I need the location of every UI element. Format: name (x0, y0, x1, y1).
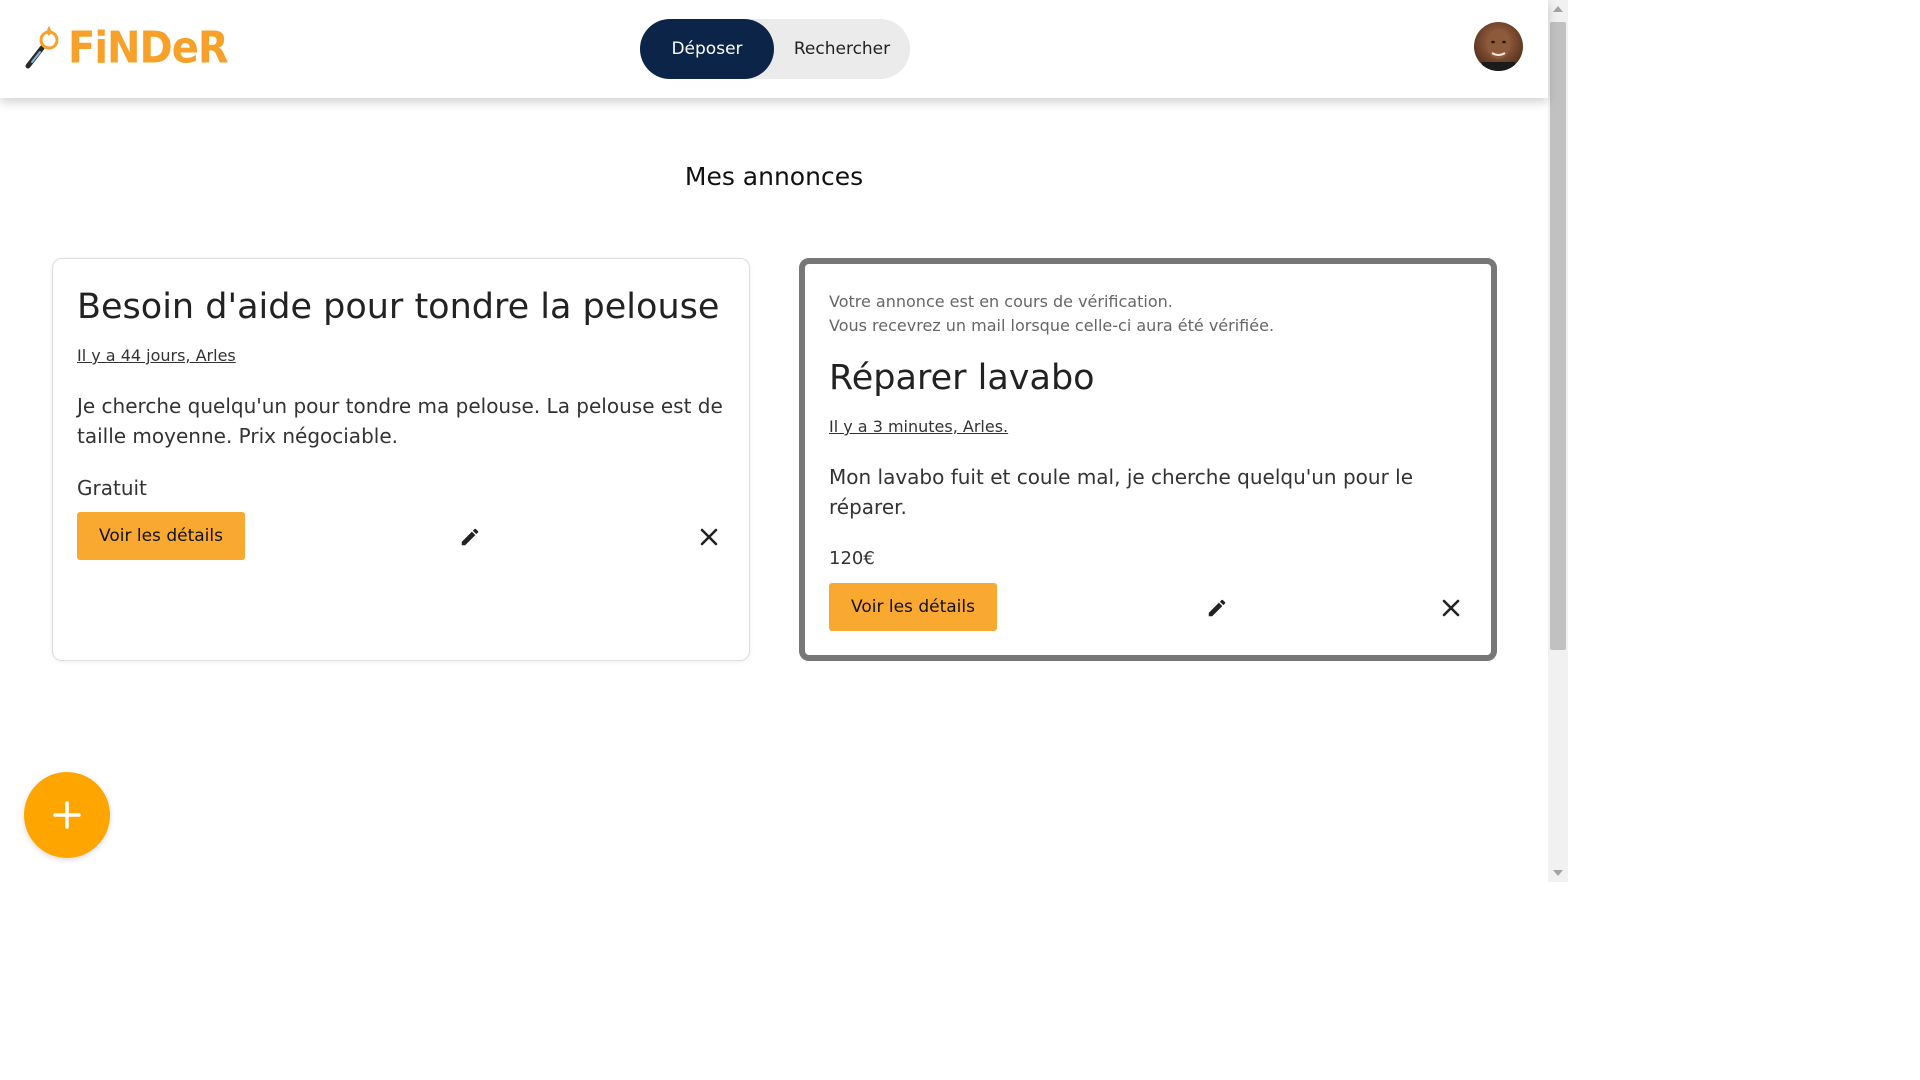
pending-listing-card: Votre annonce est en cours de vérificati… (799, 258, 1497, 661)
rechercher-tab[interactable]: Rechercher (774, 19, 910, 79)
notice-line-2: Vous recevrez un mail lorsque celle-ci a… (829, 316, 1275, 335)
magnifier-logo-icon (24, 22, 64, 74)
page-title: Mes annonces (684, 162, 864, 191)
listing-price: Gratuit (77, 476, 147, 500)
close-icon[interactable] (696, 524, 722, 550)
top-header: FiNDeR Déposer Rechercher (0, 0, 1548, 98)
edit-pencil-icon[interactable] (1204, 595, 1230, 621)
close-icon[interactable] (1438, 595, 1464, 621)
scroll-up-arrow-icon[interactable] (1553, 6, 1563, 12)
listing-meta-link[interactable]: Il y a 3 minutes, Arles. (829, 417, 1008, 436)
mode-toggle: Déposer Rechercher (640, 19, 910, 79)
verification-notice: Votre annonce est en cours de vérificati… (829, 290, 1274, 338)
deposer-tab[interactable]: Déposer (640, 19, 774, 79)
listing-price: 120€ (829, 548, 875, 569)
notice-line-1: Votre annonce est en cours de vérificati… (829, 292, 1173, 311)
avatar[interactable] (1474, 22, 1523, 71)
view-details-button[interactable]: Voir les détails (829, 583, 997, 631)
listing-description: Mon lavabo fuit et coule mal, je cherche… (829, 465, 1414, 519)
listing-card: Besoin d'aide pour tondre la pelouse Il … (52, 258, 750, 661)
edit-pencil-icon[interactable] (457, 524, 483, 550)
logo-text: FiNDeR (68, 22, 229, 74)
vertical-scrollbar[interactable] (1548, 0, 1568, 882)
listing-title: Besoin d'aide pour tondre la pelouse (77, 287, 720, 327)
listing-title: Réparer lavabo (829, 358, 1095, 398)
plus-icon (53, 801, 81, 829)
listing-meta-link[interactable]: Il y a 44 jours, Arles (77, 346, 236, 365)
scrollbar-thumb[interactable] (1550, 22, 1566, 650)
logo[interactable]: FiNDeR (24, 22, 229, 74)
scroll-down-arrow-icon[interactable] (1553, 870, 1563, 876)
view-details-button[interactable]: Voir les détails (77, 512, 245, 560)
listing-description: Je cherche quelqu'un pour tondre ma pelo… (77, 394, 723, 448)
add-listing-button[interactable] (24, 772, 110, 858)
